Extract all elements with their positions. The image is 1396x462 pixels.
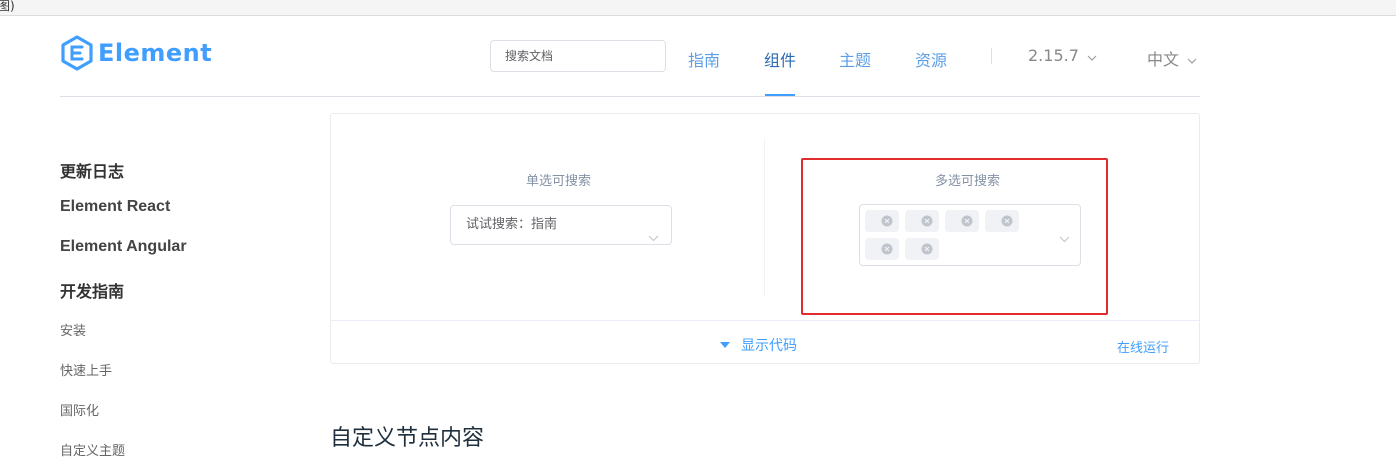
language-dropdown[interactable]: 中文 (1147, 46, 1197, 70)
element-logo-icon (61, 35, 93, 71)
demo-control-divider (331, 320, 1199, 321)
sidebar-group-dev-guide[interactable]: 开发指南 (60, 278, 124, 302)
caret-down-icon (719, 337, 731, 353)
chevron-down-icon (1187, 49, 1197, 68)
browser-strip: 图) (0, 0, 1396, 16)
header-divider (60, 96, 1200, 97)
demo-block: 单选可搜索 试试搜索：指南 多选可搜索 显示代码 在线运行 (330, 113, 1200, 364)
nav-guide[interactable]: 指南 (688, 47, 720, 71)
single-select[interactable]: 试试搜索：指南 (450, 205, 672, 245)
sidebar-item-install[interactable]: 安装 (60, 320, 86, 339)
sidebar-group-element-angular[interactable]: Element Angular (60, 238, 187, 256)
demo-column-divider (764, 139, 765, 296)
language-label: 中文 (1147, 50, 1180, 69)
show-code-label: 显示代码 (741, 338, 797, 354)
run-online-button[interactable]: 在线运行 (1117, 337, 1169, 356)
sidebar-item-custom-theme[interactable]: 自定义主题 (60, 440, 125, 459)
chevron-down-icon (648, 220, 659, 258)
version-dropdown[interactable]: 2.15.7 (1028, 46, 1097, 65)
single-select-title: 单选可搜索 (526, 174, 592, 189)
sidebar-item-i18n[interactable]: 国际化 (60, 400, 99, 419)
show-code-button[interactable]: 显示代码 (719, 335, 797, 355)
single-select-value: 试试搜索：指南 (466, 217, 558, 232)
version-label: 2.15.7 (1028, 46, 1079, 65)
highlight-box (801, 158, 1108, 315)
nav-resource[interactable]: 资源 (915, 47, 947, 71)
nav-component[interactable]: 组件 (764, 47, 796, 71)
site-header: Element 指南 组件 主题 资源 2.15.7 中文 (0, 17, 1396, 97)
chevron-down-icon (1087, 46, 1097, 65)
nav-theme[interactable]: 主题 (839, 47, 871, 71)
sidebar-group-element-react[interactable]: Element React (60, 198, 170, 216)
section-title: 自定义节点内容 (330, 426, 485, 451)
nav-divider (991, 48, 992, 64)
logo-text: Element (98, 39, 213, 67)
sidebar-item-quickstart[interactable]: 快速上手 (60, 360, 112, 379)
logo[interactable]: Element (60, 35, 212, 71)
sidebar-group-changelog[interactable]: 更新日志 (60, 158, 124, 182)
browser-fragment-text: 图) (0, 0, 15, 13)
search-input[interactable] (490, 40, 666, 72)
